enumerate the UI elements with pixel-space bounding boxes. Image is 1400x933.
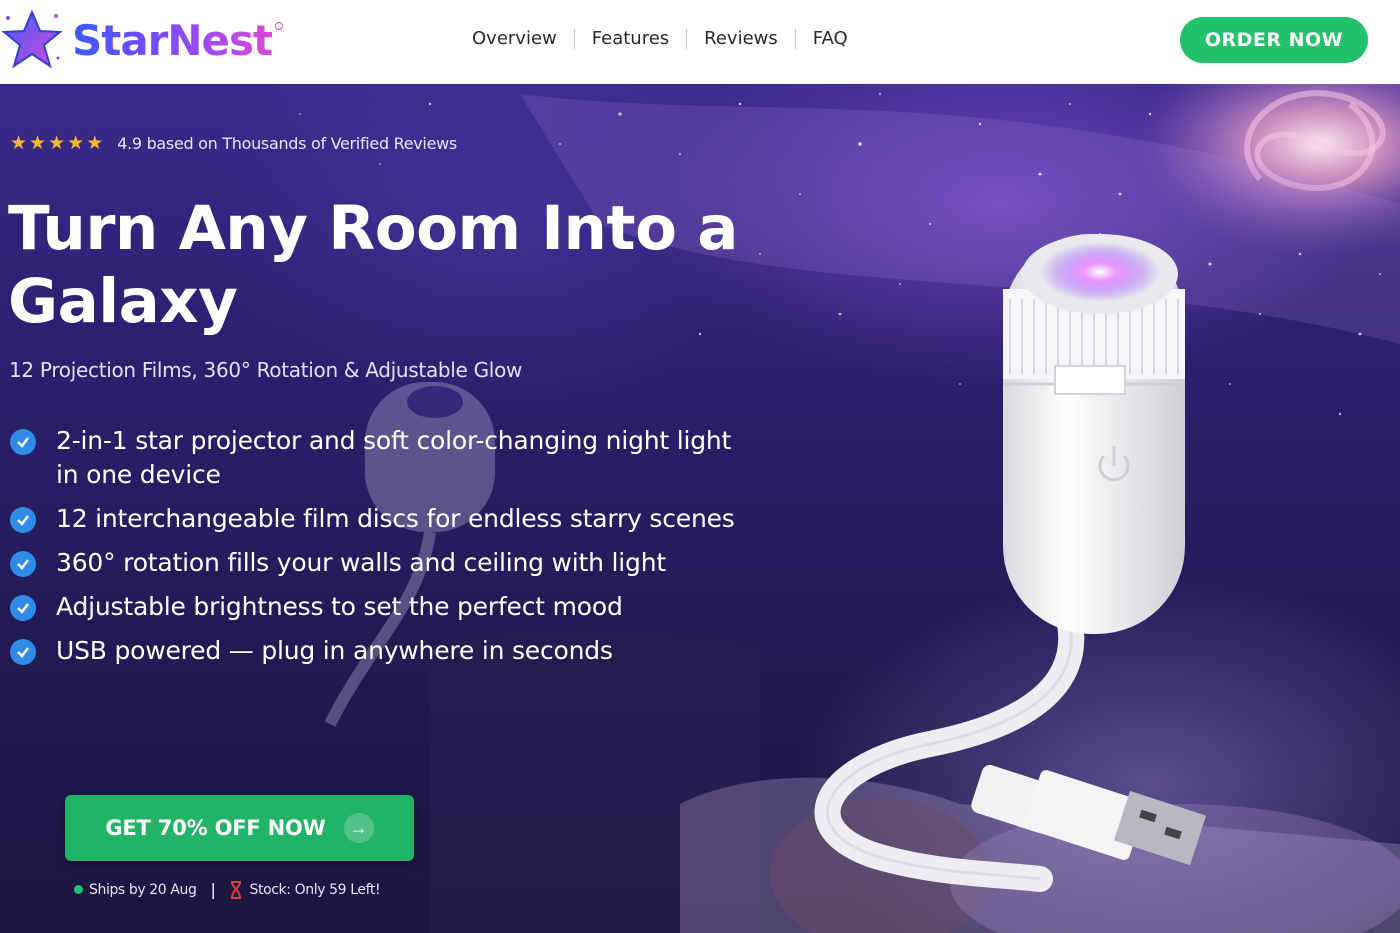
site-header: StarNest Overview Features Reviews FAQ O… <box>0 0 1400 84</box>
arrow-right-icon: → <box>343 813 374 843</box>
main-nav: Overview Features Reviews FAQ <box>472 28 848 49</box>
feature-item: USB powered — plug in anywhere in second… <box>10 634 750 668</box>
feature-text: 2-in-1 star projector and soft color-cha… <box>56 426 732 489</box>
check-icon <box>10 639 36 665</box>
feature-text: 12 interchangeable film discs for endles… <box>56 504 735 533</box>
nav-reviews[interactable]: Reviews <box>704 28 778 49</box>
nav-divider <box>573 28 575 49</box>
check-icon <box>10 507 36 533</box>
check-icon <box>10 551 36 577</box>
feature-list: 2-in-1 star projector and soft color-cha… <box>10 424 750 678</box>
nav-divider <box>686 28 688 49</box>
cta-label: GET 70% OFF NOW <box>105 816 326 840</box>
hero-section: ★ ★ ★ ★ ★ 4.9 based on Thousands of Veri… <box>0 84 1400 933</box>
feature-item: 360° rotation fills your walls and ceili… <box>10 546 750 580</box>
nav-overview[interactable]: Overview <box>472 28 557 49</box>
shipping-date: Ships by 20 Aug <box>89 881 197 898</box>
star-icon: ★ <box>29 133 47 154</box>
star-rating: ★ ★ ★ ★ ★ <box>10 134 105 153</box>
star-icon: ★ <box>86 133 104 154</box>
logo[interactable]: StarNest <box>0 8 283 72</box>
stock-status: Stock: Only 59 Left! <box>249 881 381 898</box>
rating-summary: ★ ★ ★ ★ ★ 4.9 based on Thousands of Veri… <box>10 134 457 153</box>
shipping-stock-info: Ships by 20 Aug | Stock: Only 59 Left! <box>74 880 381 899</box>
feature-item: 2-in-1 star projector and soft color-cha… <box>10 424 750 492</box>
check-icon <box>10 429 36 455</box>
feature-item: Adjustable brightness to set the perfect… <box>10 590 750 624</box>
feature-text: 360° rotation fills your walls and ceili… <box>56 548 666 577</box>
feature-item: 12 interchangeable film discs for endles… <box>10 502 750 536</box>
trademark-mark <box>275 22 283 30</box>
check-icon <box>10 595 36 621</box>
feature-text: Adjustable brightness to set the perfect… <box>56 592 623 621</box>
nav-faq[interactable]: FAQ <box>813 28 848 49</box>
star-icon: ★ <box>67 133 85 154</box>
rating-text: 4.9 based on Thousands of Verified Revie… <box>117 134 457 153</box>
feature-text: USB powered — plug in anywhere in second… <box>56 636 613 665</box>
star-icon: ★ <box>10 133 28 154</box>
get-discount-button[interactable]: GET 70% OFF NOW → <box>65 795 414 861</box>
nav-features[interactable]: Features <box>592 28 669 49</box>
status-dot <box>74 885 83 894</box>
product-projector <box>814 234 1207 892</box>
nav-divider <box>794 28 796 49</box>
order-now-button[interactable]: ORDER NOW <box>1180 17 1368 63</box>
star-icon: ★ <box>48 133 66 154</box>
info-divider: | <box>210 880 216 899</box>
star-logo-icon <box>1 9 63 69</box>
hourglass-icon <box>230 880 241 899</box>
logo-text: StarNest <box>72 15 273 65</box>
hero-headline: Turn Any Room Into a Galaxy <box>8 193 738 337</box>
hero-subheadline: 12 Projection Films, 360° Rotation & Adj… <box>9 358 523 382</box>
